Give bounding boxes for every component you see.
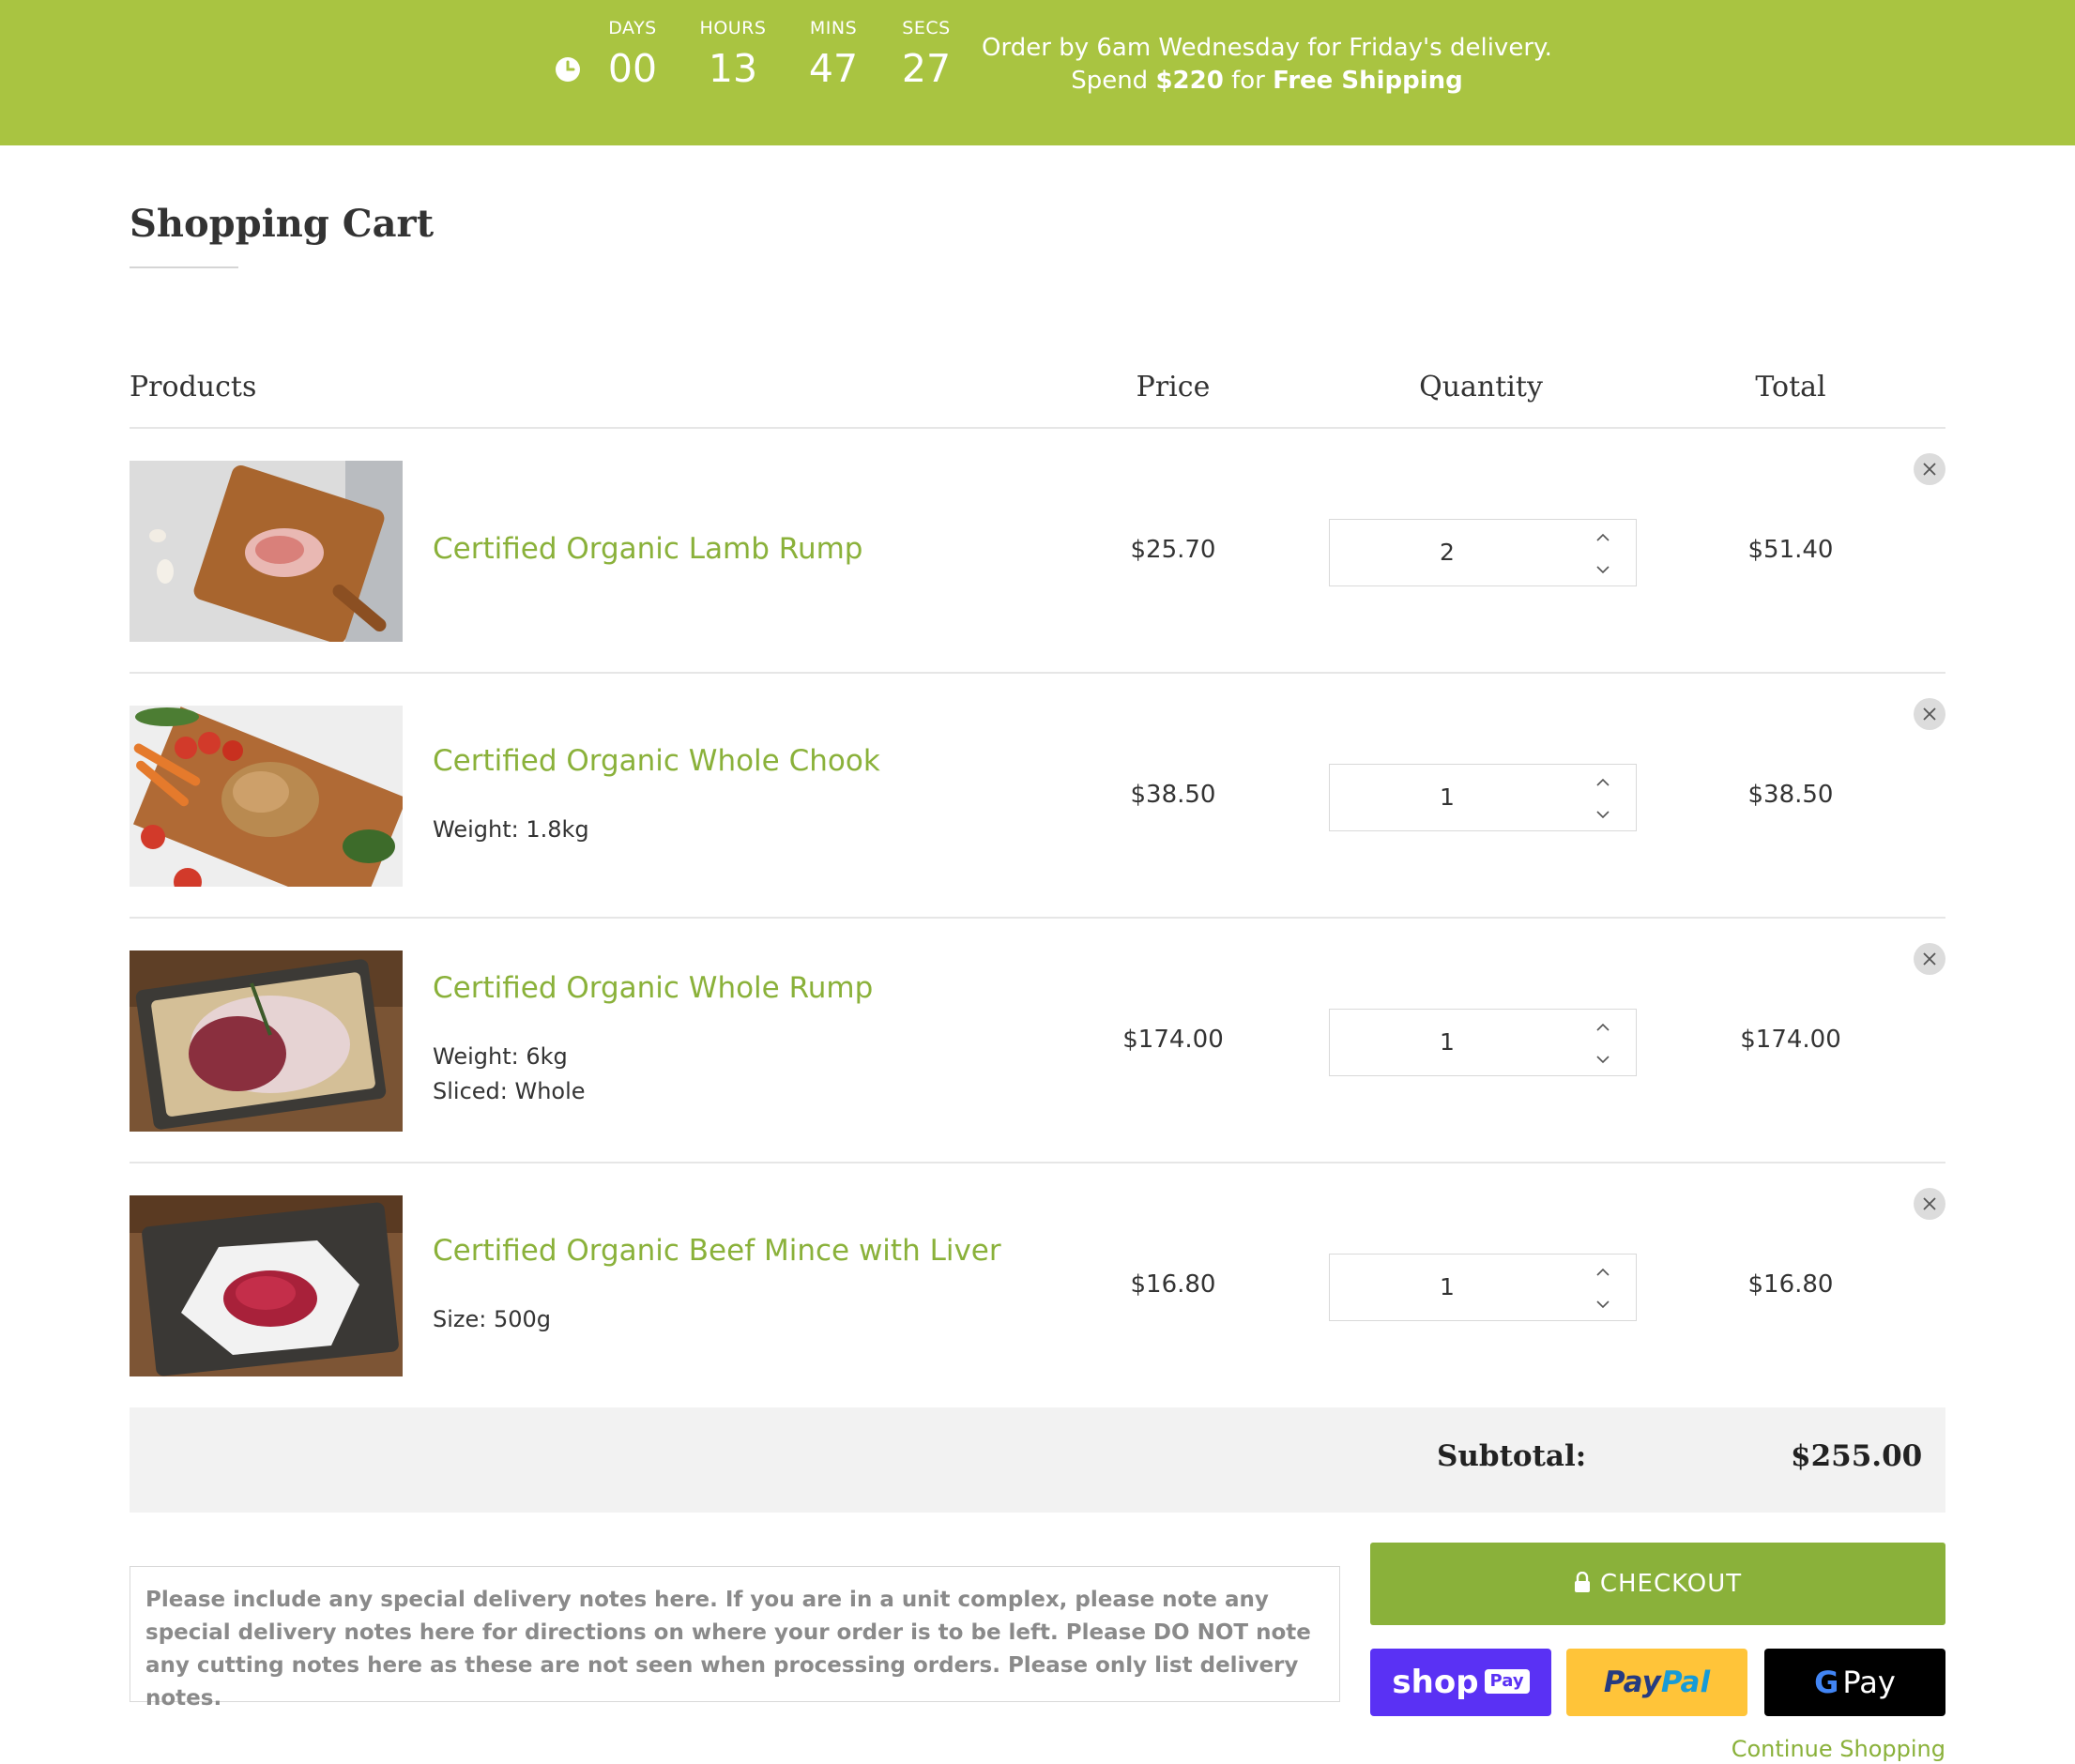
quantity-stepper[interactable]: 1 bbox=[1329, 1009, 1637, 1076]
google-g-icon: G bbox=[1814, 1665, 1839, 1700]
chevron-down-icon[interactable] bbox=[1589, 555, 1617, 584]
countdown-days: DAYS 00 bbox=[581, 17, 684, 92]
shop-pay-pill: Pay bbox=[1484, 1668, 1530, 1694]
remove-item-button[interactable] bbox=[1914, 453, 1945, 485]
header-divider bbox=[130, 427, 1945, 429]
close-icon bbox=[1923, 463, 1936, 476]
countdown-banner: DAYS 00 HOURS 13 MINS 47 SECS 27 Order b… bbox=[0, 0, 2075, 145]
countdown-hours-label: HOURS bbox=[699, 18, 767, 38]
product-name-link[interactable]: Certified Organic Whole Rump bbox=[433, 971, 873, 1005]
row-divider bbox=[130, 672, 1945, 674]
delivery-notes-field[interactable]: Please include any special delivery note… bbox=[130, 1566, 1340, 1711]
quantity-value[interactable]: 1 bbox=[1330, 1255, 1564, 1320]
remove-item-button[interactable] bbox=[1914, 1188, 1945, 1220]
header-price: Price bbox=[1136, 371, 1211, 403]
countdown-mins-value: 47 bbox=[808, 46, 859, 91]
clock-icon bbox=[556, 57, 580, 82]
product-name-link[interactable]: Certified Organic Beef Mince with Liver bbox=[433, 1234, 1001, 1268]
countdown-mins: MINS 47 bbox=[782, 17, 885, 92]
free-shipping-text: Spend $220 for Free Shipping bbox=[938, 65, 1595, 98]
subtotal-value: $255.00 bbox=[1791, 1439, 1923, 1473]
cart-row: Certified Organic Beef Mince with Liver … bbox=[130, 1188, 1945, 1439]
countdown-hours: HOURS 13 bbox=[681, 17, 785, 92]
unit-price: $16.80 bbox=[1130, 1270, 1216, 1299]
chevron-up-icon[interactable] bbox=[1589, 768, 1617, 797]
paypal-wordmark-pay: Pay bbox=[1603, 1665, 1661, 1699]
product-image-lamb-rump[interactable] bbox=[130, 461, 403, 642]
quantity-value[interactable]: 1 bbox=[1330, 765, 1564, 830]
product-option-sliced: Sliced: Whole bbox=[433, 1078, 586, 1104]
product-option-weight: Weight: 6kg bbox=[433, 1043, 568, 1070]
product-image-whole-chook[interactable] bbox=[130, 706, 403, 887]
chevron-up-icon[interactable] bbox=[1589, 524, 1617, 552]
close-icon bbox=[1923, 952, 1936, 966]
row-divider bbox=[130, 1162, 1945, 1163]
delivery-cutoff-text: Order by 6am Wednesday for Friday's deli… bbox=[982, 34, 1552, 62]
subtotal-bar: Subtotal: $255.00 bbox=[130, 1407, 1945, 1513]
remove-item-button[interactable] bbox=[1914, 698, 1945, 730]
quantity-stepper[interactable]: 2 bbox=[1329, 519, 1637, 586]
unit-price: $174.00 bbox=[1122, 1026, 1224, 1054]
countdown-hours-value: 13 bbox=[708, 46, 758, 91]
line-total: $51.40 bbox=[1747, 536, 1834, 564]
unit-price: $25.70 bbox=[1130, 536, 1216, 564]
checkout-label: CHECKOUT bbox=[1599, 1570, 1743, 1598]
countdown-days-value: 00 bbox=[607, 46, 658, 91]
quantity-value[interactable]: 1 bbox=[1330, 1010, 1564, 1075]
quantity-value[interactable]: 2 bbox=[1330, 520, 1564, 585]
product-name-link[interactable]: Certified Organic Lamb Rump bbox=[433, 532, 862, 566]
google-pay-label: Pay bbox=[1842, 1665, 1896, 1700]
lock-icon bbox=[1574, 1571, 1590, 1592]
shipping-message: Order by 6am Wednesday for Friday's deli… bbox=[938, 32, 1595, 98]
cart-row: Certified Organic Whole Rump Weight: 6kg… bbox=[130, 943, 1945, 1194]
line-total: $38.50 bbox=[1747, 781, 1834, 809]
cart-row: Certified Organic Whole Chook Weight: 1.… bbox=[130, 698, 1945, 950]
quantity-stepper[interactable]: 1 bbox=[1329, 1254, 1637, 1321]
line-total: $16.80 bbox=[1747, 1270, 1834, 1299]
continue-shopping-link[interactable]: Continue Shopping bbox=[1595, 1736, 1945, 1762]
product-option-weight: Weight: 1.8kg bbox=[433, 816, 589, 843]
countdown-mins-label: MINS bbox=[809, 18, 858, 38]
chevron-up-icon[interactable] bbox=[1589, 1258, 1617, 1286]
page-title: Shopping Cart bbox=[130, 202, 435, 246]
chevron-down-icon[interactable] bbox=[1589, 1045, 1617, 1073]
product-name-link[interactable]: Certified Organic Whole Chook bbox=[433, 744, 880, 778]
product-option-size: Size: 500g bbox=[433, 1306, 552, 1332]
product-image-whole-rump[interactable] bbox=[130, 950, 403, 1132]
cart-row: Certified Organic Lamb Rump $25.70 2 $51… bbox=[130, 453, 1945, 705]
subtotal-label: Subtotal: bbox=[1437, 1439, 1587, 1473]
for-word: for bbox=[1231, 67, 1265, 95]
remove-item-button[interactable] bbox=[1914, 943, 1945, 975]
chevron-up-icon[interactable] bbox=[1589, 1013, 1617, 1042]
chevron-down-icon[interactable] bbox=[1589, 1290, 1617, 1318]
close-icon bbox=[1923, 1197, 1936, 1210]
shop-pay-wordmark: shop bbox=[1392, 1664, 1479, 1701]
unit-price: $38.50 bbox=[1130, 781, 1216, 809]
header-quantity: Quantity bbox=[1419, 371, 1543, 403]
header-products: Products bbox=[130, 371, 257, 403]
checkout-button[interactable]: CHECKOUT bbox=[1370, 1543, 1945, 1625]
paypal-button[interactable]: PayPal bbox=[1566, 1649, 1747, 1716]
paypal-wordmark-pal: Pal bbox=[1660, 1665, 1711, 1699]
quantity-stepper[interactable]: 1 bbox=[1329, 764, 1637, 831]
free-shipping-label: Free Shipping bbox=[1273, 67, 1463, 95]
row-divider bbox=[130, 917, 1945, 919]
shop-pay-button[interactable]: shop Pay bbox=[1370, 1649, 1551, 1716]
countdown-days-label: DAYS bbox=[608, 18, 657, 38]
header-total: Total bbox=[1755, 371, 1826, 403]
title-underline bbox=[130, 266, 238, 268]
google-pay-button[interactable]: G Pay bbox=[1764, 1649, 1945, 1716]
free-shipping-threshold: $220 bbox=[1155, 67, 1224, 95]
close-icon bbox=[1923, 707, 1936, 721]
spend-word: Spend bbox=[1071, 67, 1149, 95]
chevron-down-icon[interactable] bbox=[1589, 800, 1617, 829]
product-image-beef-mince[interactable] bbox=[130, 1195, 403, 1376]
line-total: $174.00 bbox=[1740, 1026, 1841, 1054]
